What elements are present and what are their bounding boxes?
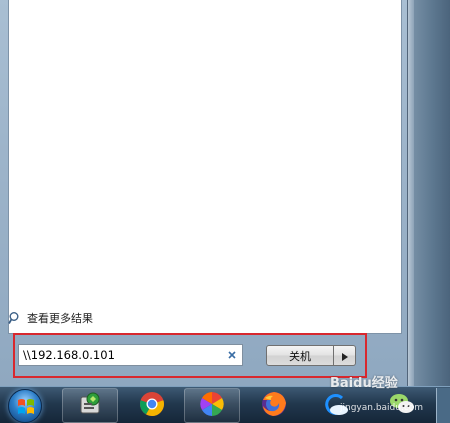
- desktop-background: [408, 0, 450, 386]
- baidu-watermark-url: jingyan.baidu.com: [340, 403, 424, 413]
- baidu-watermark: Baidu经验: [330, 376, 398, 391]
- app-green-icon: [77, 391, 103, 421]
- taskbar-chrome[interactable]: [128, 388, 176, 423]
- taskbar-app-green[interactable]: [62, 388, 118, 423]
- see-more-results-link[interactable]: 查看更多结果: [8, 310, 93, 326]
- windows-start-orb-icon[interactable]: [8, 389, 42, 423]
- chrome-icon: [139, 391, 165, 421]
- magnifier-icon: [8, 311, 22, 325]
- firefox-icon: [260, 390, 288, 422]
- search-results-pane: [8, 0, 402, 334]
- show-desktop-button[interactable]: [436, 388, 450, 423]
- annotation-highlight-box: [13, 333, 367, 378]
- see-more-results-label: 查看更多结果: [27, 312, 93, 325]
- taskbar-photos[interactable]: [184, 388, 240, 423]
- pinwheel-photos-icon: [198, 390, 226, 422]
- start-menu: 查看更多结果 关机: [0, 0, 408, 386]
- taskbar-firefox[interactable]: [250, 388, 298, 423]
